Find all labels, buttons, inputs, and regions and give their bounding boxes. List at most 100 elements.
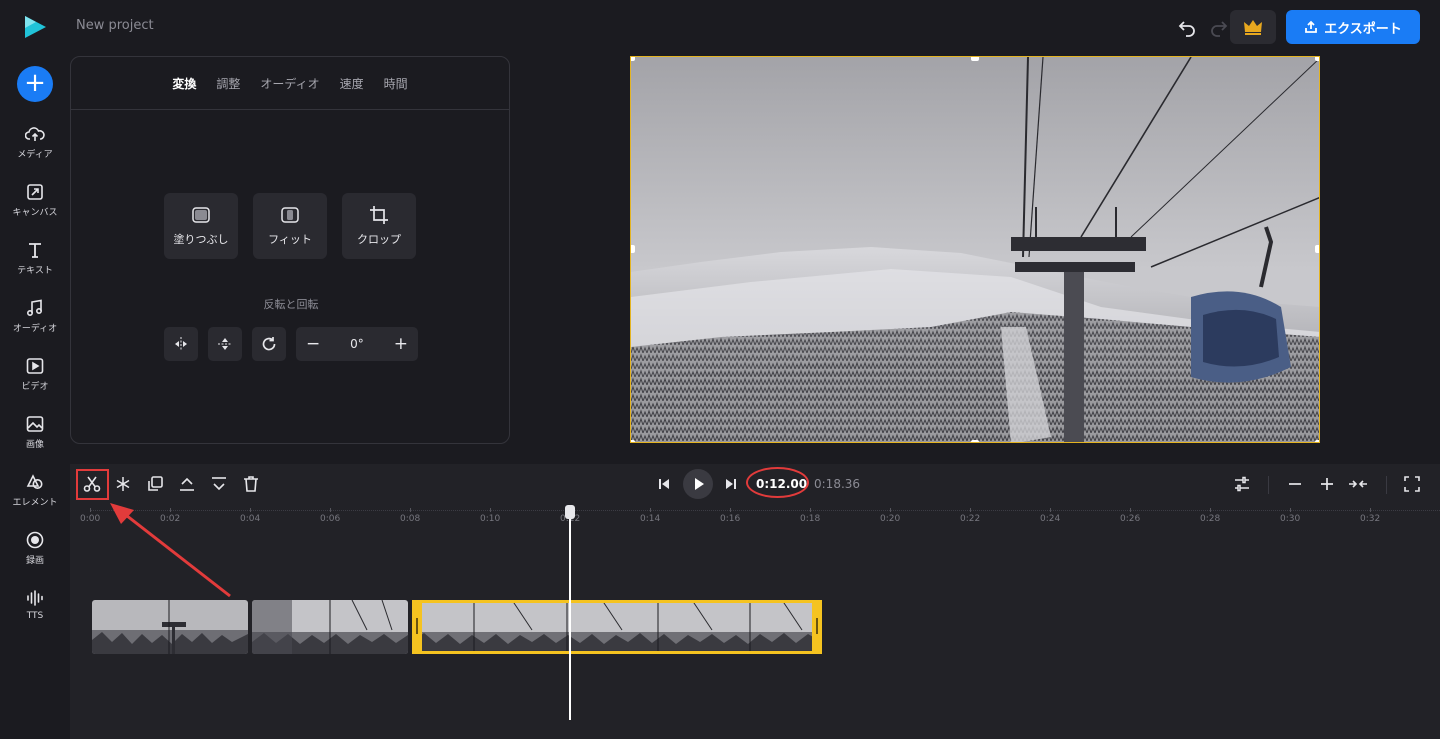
- ruler-tick-label: 0:24: [1040, 514, 1061, 524]
- skip-back-icon[interactable]: [654, 474, 674, 494]
- crop-button[interactable]: クロップ: [342, 193, 416, 259]
- playhead-handle[interactable]: [565, 505, 575, 519]
- clip-thumbnails: [252, 600, 408, 654]
- video-preview[interactable]: [630, 56, 1320, 443]
- rotation-stepper[interactable]: − 0° +: [296, 327, 418, 361]
- resize-handle-bottom[interactable]: [971, 440, 979, 442]
- ruler-dots: [90, 510, 1440, 511]
- resize-handle-left[interactable]: [631, 245, 635, 253]
- toolbar-divider: [1268, 476, 1269, 494]
- ruler-tick-mark: [90, 508, 91, 512]
- ruler-tick-mark: [330, 508, 331, 512]
- ruler-tick-mark: [810, 508, 811, 512]
- clip-trim-handle-left[interactable]: [412, 600, 422, 654]
- resize-handle-bottom-right[interactable]: [1315, 440, 1319, 442]
- freeze-frame-icon[interactable]: [113, 474, 133, 494]
- ruler-tick-label: 0:00: [80, 514, 101, 524]
- sidebar-item-label: 画像: [25, 440, 44, 450]
- tab-audio[interactable]: オーディオ: [260, 75, 319, 92]
- flip-rotate-title: 反転と回転: [263, 298, 319, 311]
- redo-icon[interactable]: [1208, 16, 1230, 38]
- rotate-button[interactable]: [252, 327, 286, 361]
- sidebar-item-tts[interactable]: TTS: [0, 588, 70, 640]
- flip-vertical-icon: [218, 338, 232, 350]
- annotation-arrow: [110, 503, 231, 598]
- canvas-icon: [27, 184, 43, 200]
- sidebar-item-label: オーディオ: [12, 324, 58, 334]
- rotation-increment-button[interactable]: +: [394, 334, 408, 354]
- upload-cloud-icon: [25, 127, 45, 141]
- ruler-tick-mark: [970, 508, 971, 512]
- upload-icon: [1305, 20, 1318, 33]
- sidebar-item-audio[interactable]: オーディオ: [0, 298, 70, 350]
- text-icon: [29, 243, 41, 258]
- sidebar: + メディア キャンバス テキスト オーディオ ビデオ 画像 エレメント 録画 …: [0, 0, 70, 739]
- rotation-decrement-button[interactable]: −: [306, 334, 320, 354]
- zoom-in-icon[interactable]: [1317, 474, 1337, 494]
- sidebar-item-image[interactable]: 画像: [0, 414, 70, 466]
- resize-handle-top-right[interactable]: [1315, 57, 1319, 61]
- flip-horizontal-icon: [175, 337, 187, 351]
- app-logo-icon[interactable]: [22, 14, 48, 40]
- ruler-tick-mark: [1370, 508, 1371, 512]
- zoom-out-icon[interactable]: [1285, 474, 1305, 494]
- ruler-tick-label: 0:30: [1280, 514, 1301, 524]
- flip-vertical-button[interactable]: [208, 327, 242, 361]
- fullscreen-icon[interactable]: [1402, 474, 1422, 494]
- sidebar-item-label: メディア: [17, 150, 53, 160]
- resize-handle-top-left[interactable]: [631, 57, 635, 61]
- playhead[interactable]: [569, 516, 571, 720]
- sidebar-item-record[interactable]: 録画: [0, 530, 70, 582]
- sidebar-item-label: 録画: [25, 556, 44, 566]
- export-label: エクスポート: [1324, 21, 1402, 37]
- duplicate-icon[interactable]: [145, 474, 165, 494]
- ruler-tick-label: 0:28: [1200, 514, 1221, 524]
- clip-trim-handle-right[interactable]: [812, 600, 822, 654]
- tab-speed[interactable]: 速度: [340, 75, 364, 92]
- tab-time[interactable]: 時間: [384, 75, 408, 92]
- add-button[interactable]: +: [17, 66, 53, 102]
- clip-thumbnails: [92, 600, 248, 654]
- sidebar-item-elements[interactable]: エレメント: [0, 472, 70, 524]
- move-down-icon[interactable]: [209, 474, 229, 494]
- ruler-tick-label: 0:18: [800, 514, 821, 524]
- delete-icon[interactable]: [241, 474, 261, 494]
- premium-button[interactable]: [1230, 10, 1276, 44]
- panel-tabs: 変換 調整 オーディオ 速度 時間: [71, 57, 509, 110]
- tab-transform[interactable]: 変換: [172, 75, 196, 92]
- timeline-clip[interactable]: [252, 600, 408, 654]
- tts-icon: [27, 590, 43, 606]
- fill-button[interactable]: 塗りつぶし: [164, 193, 238, 259]
- resize-handle-bottom-left[interactable]: [631, 440, 635, 442]
- play-button[interactable]: [683, 469, 713, 499]
- zoom-fit-icon[interactable]: [1348, 474, 1368, 494]
- undo-icon[interactable]: [1176, 16, 1198, 38]
- resize-handle-right[interactable]: [1315, 245, 1319, 253]
- ruler-tick-label: 0:22: [960, 514, 981, 524]
- ruler-tick-mark: [250, 508, 251, 512]
- project-title[interactable]: New project: [76, 18, 154, 33]
- resize-handle-top[interactable]: [971, 57, 979, 61]
- ruler-tick-mark: [730, 508, 731, 512]
- flip-horizontal-button[interactable]: [164, 327, 198, 361]
- sidebar-item-label: ビデオ: [21, 382, 49, 392]
- timeline-clip[interactable]: [92, 600, 248, 654]
- sidebar-item-media[interactable]: メディア: [0, 124, 70, 176]
- sidebar-item-canvas[interactable]: キャンバス: [0, 182, 70, 234]
- sidebar-item-text[interactable]: テキスト: [0, 240, 70, 292]
- ruler-tick-mark: [1210, 508, 1211, 512]
- skip-forward-icon[interactable]: [721, 474, 741, 494]
- export-button[interactable]: エクスポート: [1286, 10, 1420, 44]
- fit-icon: [281, 207, 299, 223]
- fit-button[interactable]: フィット: [253, 193, 327, 259]
- move-up-icon[interactable]: [177, 474, 197, 494]
- ruler-tick-label: 0:26: [1120, 514, 1141, 524]
- sidebar-item-video[interactable]: ビデオ: [0, 356, 70, 408]
- rotation-value[interactable]: 0°: [350, 337, 364, 351]
- adjust-sliders-icon[interactable]: [1232, 474, 1252, 494]
- image-icon: [26, 416, 44, 432]
- current-time-highlight: [746, 467, 809, 498]
- crop-label: クロップ: [357, 233, 401, 246]
- tab-adjust[interactable]: 調整: [216, 75, 240, 92]
- toolbar-divider: [1386, 476, 1387, 494]
